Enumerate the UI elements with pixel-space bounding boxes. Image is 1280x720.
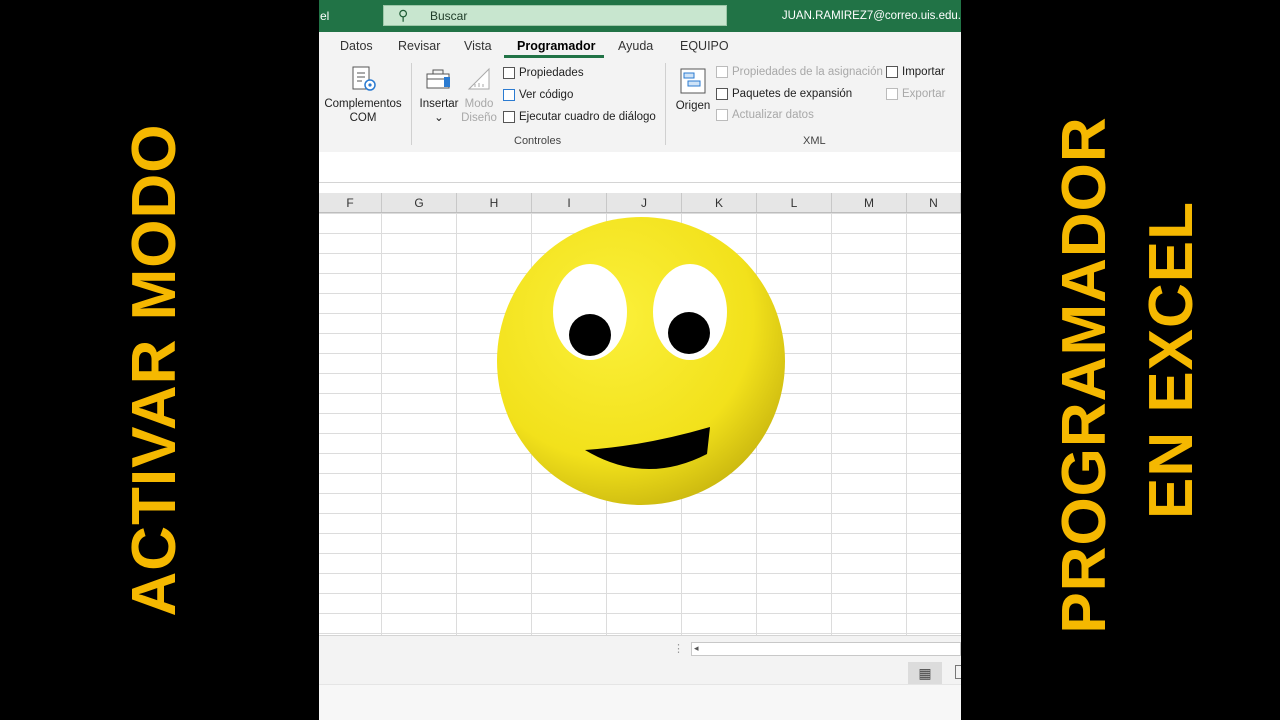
column-header-g[interactable]: G: [382, 193, 457, 212]
complementos-label-line1: Complementos: [324, 98, 402, 110]
ejecutar-cuadro-button[interactable]: Ejecutar cuadro de diálogo: [503, 111, 656, 129]
grid-line: [906, 213, 907, 635]
ver-codigo-label: Ver código: [519, 89, 574, 102]
insertar-button[interactable]: Insertar ⌄: [418, 65, 460, 125]
page-layout-view-icon[interactable]: [955, 665, 961, 679]
bottom-bar: ▦: [319, 662, 961, 720]
column-header-l[interactable]: L: [757, 193, 832, 212]
view-code-icon: [503, 89, 515, 101]
xml-source-icon: [679, 67, 707, 95]
export-icon: [886, 88, 898, 100]
importar-label: Importar: [902, 66, 945, 79]
insertar-label: Insertar: [419, 98, 459, 110]
overlay-left-title: ACTIVAR MODO: [120, 123, 189, 617]
propiedades-label: Propiedades: [519, 67, 584, 80]
tab-vista[interactable]: Vista: [464, 39, 492, 53]
ver-codigo-button[interactable]: Ver código: [503, 89, 573, 107]
origen-label: Origen: [675, 100, 711, 112]
app-title-fragment: el: [320, 9, 330, 23]
exportar-button[interactable]: Exportar: [886, 88, 945, 106]
column-header-k[interactable]: K: [682, 193, 757, 212]
horizontal-scrollbar[interactable]: ◂: [691, 642, 961, 656]
column-header-j[interactable]: J: [607, 193, 682, 212]
ejecutar-label: Ejecutar cuadro de diálogo: [519, 111, 656, 124]
overlay-right-title-line2: EN EXCEL: [1137, 200, 1206, 520]
complementos-com-button[interactable]: Complementos COM: [323, 65, 403, 125]
ribbon-panel: Complementos COM Insertar ⌄ Modo Diseño …: [319, 59, 961, 153]
com-addins-icon: [349, 65, 377, 93]
tab-equipo[interactable]: EQUIPO: [680, 39, 729, 53]
tab-datos[interactable]: Datos: [340, 39, 373, 53]
tab-ayuda[interactable]: Ayuda: [618, 39, 653, 53]
splitter-handle[interactable]: ⋮: [673, 642, 684, 655]
column-header-i[interactable]: I: [532, 193, 607, 212]
excel-window: el ⚲ Buscar JUAN.RAMIREZ7@correo.uis.edu…: [319, 0, 961, 720]
chevron-down-icon: ⌄: [434, 112, 444, 124]
actualizar-label: Actualizar datos: [732, 109, 814, 122]
group-label-xml: XML: [803, 135, 826, 147]
map-properties-icon: [716, 66, 728, 78]
formula-bar[interactable]: [319, 152, 961, 183]
grid-line: [456, 213, 457, 635]
column-headers: F G H I J K L M N: [319, 193, 961, 213]
sheet-status-bar: ⋮ ◂: [319, 635, 961, 663]
active-tab-indicator: [504, 55, 604, 58]
modo-label: Modo: [464, 98, 494, 110]
ribbon-separator: [665, 63, 666, 145]
tab-programador[interactable]: Programador: [517, 39, 596, 53]
actualizar-datos-button[interactable]: Actualizar datos: [716, 109, 814, 127]
tab-revisar[interactable]: Revisar: [398, 39, 440, 53]
complementos-label-line2: COM: [349, 112, 377, 124]
modo-diseno-button[interactable]: Modo Diseño: [461, 65, 497, 125]
design-mode-icon: [465, 65, 493, 93]
refresh-data-icon: [716, 109, 728, 121]
paquetes-expansion-button[interactable]: Paquetes de expansión: [716, 88, 852, 106]
prop-asignacion-label: Propiedades de la asignación: [732, 66, 883, 79]
group-label-controles: Controles: [514, 135, 562, 147]
search-icon: ⚲: [398, 7, 409, 23]
import-icon: [886, 66, 898, 78]
left-pupil: [569, 314, 611, 356]
column-header-m[interactable]: M: [832, 193, 907, 212]
prop-asignacion-button[interactable]: Propiedades de la asignación: [716, 66, 883, 84]
search-box[interactable]: ⚲ Buscar: [383, 5, 727, 26]
user-account[interactable]: JUAN.RAMIREZ7@correo.uis.edu.: [782, 10, 961, 22]
grid-line: [381, 213, 382, 635]
search-placeholder: Buscar: [430, 9, 468, 23]
importar-button[interactable]: Importar: [886, 66, 945, 84]
column-header-h[interactable]: H: [457, 193, 532, 212]
toolbox-icon: [425, 65, 453, 93]
normal-view-icon[interactable]: ▦: [908, 662, 942, 684]
ribbon-tabs: Datos Revisar Vista Programador Ayuda EQ…: [319, 32, 961, 59]
taskbar-area: [319, 684, 961, 720]
column-header-f[interactable]: F: [319, 193, 382, 212]
ribbon-separator: [411, 63, 412, 145]
paquetes-label: Paquetes de expansión: [732, 88, 853, 101]
grid-line: [831, 213, 832, 635]
title-bar: el ⚲ Buscar JUAN.RAMIREZ7@correo.uis.edu…: [319, 0, 961, 32]
exportar-label: Exportar: [902, 88, 946, 101]
run-dialog-icon: [503, 111, 515, 123]
expansion-packs-icon: [716, 88, 728, 100]
origen-button[interactable]: Origen: [673, 67, 713, 113]
scroll-left-icon[interactable]: ◂: [694, 643, 699, 654]
propiedades-button[interactable]: Propiedades: [503, 67, 584, 85]
properties-icon: [503, 67, 515, 79]
smiley-face-shape[interactable]: [495, 216, 787, 508]
right-pupil: [668, 312, 710, 354]
diseno-label: Diseño: [461, 112, 497, 124]
column-header-n[interactable]: N: [907, 193, 961, 212]
overlay-right-title-line1: PROGRAMADOR: [1050, 116, 1119, 634]
